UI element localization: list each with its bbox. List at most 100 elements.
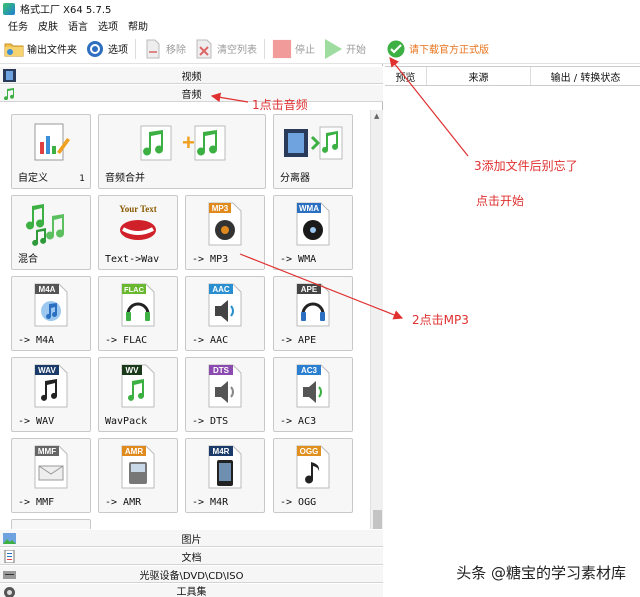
tile-mmf[interactable]: MMF -> MMF: [11, 438, 91, 513]
options-button[interactable]: 选项: [81, 36, 132, 62]
toolbox-icon: [3, 586, 16, 597]
svg-text:OGG: OGG: [300, 447, 319, 456]
annotation-step3b: 点击开始: [476, 194, 525, 208]
svg-text:AAC: AAC: [212, 285, 230, 294]
menu-task[interactable]: 任务: [8, 18, 28, 33]
column-preview[interactable]: 预览: [385, 67, 427, 85]
clear-list-button[interactable]: 清空列表: [190, 36, 261, 62]
output-folder-button[interactable]: 输出文件夹: [0, 36, 81, 62]
tile-m4r[interactable]: M4R -> M4R: [185, 438, 265, 513]
wav-file-icon: WAV: [12, 362, 90, 410]
svg-text:WAV: WAV: [38, 366, 56, 375]
tile-custom[interactable]: 自定义 1: [11, 114, 91, 189]
mmf-file-icon: MMF: [12, 443, 90, 491]
tile-ogg[interactable]: OGG -> OGG: [273, 438, 353, 513]
title-bar: 格式工厂 X64 5.7.5: [0, 0, 640, 17]
picture-icon: [3, 532, 16, 545]
tile-wavpack[interactable]: WV WavPack: [98, 357, 178, 432]
remove-file-icon: [143, 39, 163, 59]
film-icon: [3, 69, 16, 82]
separator-icon: [274, 119, 352, 167]
m4r-file-icon: M4R: [186, 443, 264, 491]
svg-text:AMR: AMR: [125, 447, 143, 456]
annotation-step1: 1点击音频: [252, 98, 308, 112]
menu-language[interactable]: 语言: [68, 18, 88, 33]
svg-text:M4R: M4R: [213, 447, 230, 456]
svg-text:Your Text: Your Text: [119, 204, 157, 214]
stop-button[interactable]: 停止: [268, 36, 319, 62]
tile-mix[interactable]: 混合: [11, 195, 91, 270]
category-toolbox[interactable]: 工具集: [0, 583, 383, 597]
audio-format-grid: 自定义 1 + 音频合并 分离器 混合 Your Text Text->Wav …: [0, 110, 370, 580]
svg-text:+: +: [182, 130, 195, 155]
tile-separator[interactable]: 分离器: [273, 114, 353, 189]
category-disc[interactable]: 光驱设备\DVD\CD\ISO: [0, 565, 383, 583]
tile-ape[interactable]: APE -> APE: [273, 276, 353, 351]
task-list-header: 预览 来源 输出 / 转换状态: [385, 66, 640, 86]
svg-text:AC3: AC3: [301, 366, 318, 375]
window-title: 格式工厂 X64 5.7.5: [20, 5, 112, 16]
category-video[interactable]: 视频: [0, 66, 383, 84]
scroll-up-icon[interactable]: ▲: [374, 112, 379, 120]
task-list-panel[interactable]: 预览 来源 输出 / 转换状态: [385, 64, 640, 597]
folder-icon: [4, 39, 24, 59]
svg-text:WMA: WMA: [299, 204, 319, 213]
function-panel-scrollbar[interactable]: ▲ ▼: [370, 110, 383, 580]
toolbar-divider: [264, 38, 265, 59]
disc-drive-icon: [3, 568, 16, 581]
category-document[interactable]: 文档: [0, 547, 383, 565]
tile-wav[interactable]: WAV -> WAV: [11, 357, 91, 432]
tile-dts[interactable]: DTS -> DTS: [185, 357, 265, 432]
category-audio[interactable]: 音频: [0, 84, 383, 102]
function-panel: 视频 音频 自定义 1 + 音频合并 分离器 混合 Your Text Text…: [0, 64, 383, 597]
svg-text:APE: APE: [301, 285, 318, 294]
m4a-file-icon: M4A: [12, 281, 90, 329]
tile-mp3[interactable]: MP3 -> MP3: [185, 195, 265, 270]
wma-file-icon: WMA: [274, 200, 352, 248]
tile-flac[interactable]: FLAC -> FLAC: [98, 276, 178, 351]
annotation-step3: 3添加文件后别忘了: [474, 159, 578, 173]
tile-audio-merge[interactable]: + 音频合并: [98, 114, 266, 189]
custom-chart-icon: [12, 119, 90, 167]
category-picture[interactable]: 图片: [0, 529, 383, 547]
gear-icon: [85, 39, 105, 59]
toolbar-divider: [135, 38, 136, 59]
svg-text:MP3: MP3: [212, 204, 229, 213]
menu-skin[interactable]: 皮肤: [38, 18, 58, 33]
amr-file-icon: AMR: [99, 443, 177, 491]
play-icon: [323, 38, 343, 59]
tile-amr[interactable]: AMR -> AMR: [98, 438, 178, 513]
music-note-icon: [3, 87, 16, 101]
clear-list-icon: [194, 39, 214, 59]
menu-options[interactable]: 选项: [98, 18, 118, 33]
column-output-status[interactable]: 输出 / 转换状态: [531, 67, 640, 85]
mp3-file-icon: MP3: [186, 200, 264, 248]
watermark: 头条 @糖宝的学习素材库: [456, 564, 626, 582]
column-source[interactable]: 来源: [427, 67, 531, 85]
ogg-file-icon: OGG: [274, 443, 352, 491]
start-button[interactable]: 开始: [319, 36, 370, 62]
tile-wma[interactable]: WMA -> WMA: [273, 195, 353, 270]
flac-file-icon: FLAC: [99, 281, 177, 329]
tile-aac[interactable]: AAC -> AAC: [185, 276, 265, 351]
download-official-button[interactable]: 请下载官方正式版: [382, 36, 493, 62]
wavpack-file-icon: WV: [99, 362, 177, 410]
audio-merge-icon: +: [99, 119, 265, 167]
svg-text:FLAC: FLAC: [124, 285, 145, 294]
svg-text:DTS: DTS: [213, 366, 230, 375]
svg-text:M4A: M4A: [39, 285, 56, 294]
document-icon: [3, 549, 16, 564]
tile-text-to-wav[interactable]: Your Text Text->Wav: [98, 195, 178, 270]
tile-ac3[interactable]: AC3 -> AC3: [273, 357, 353, 432]
app-logo-icon: [3, 2, 15, 15]
aac-file-icon: AAC: [186, 281, 264, 329]
speaking-lips-icon: Your Text: [99, 200, 177, 248]
tile-m4a[interactable]: M4A -> M4A: [11, 276, 91, 351]
menu-help[interactable]: 帮助: [128, 18, 148, 33]
mix-icon: [12, 200, 90, 248]
remove-button[interactable]: 移除: [139, 36, 190, 62]
dts-file-icon: DTS: [186, 362, 264, 410]
toolbar: 输出文件夹 选项 移除 清空列表 停止 开始 请下载官方正式版: [0, 34, 640, 64]
svg-text:WV: WV: [126, 366, 140, 375]
svg-text:MMF: MMF: [38, 447, 56, 456]
